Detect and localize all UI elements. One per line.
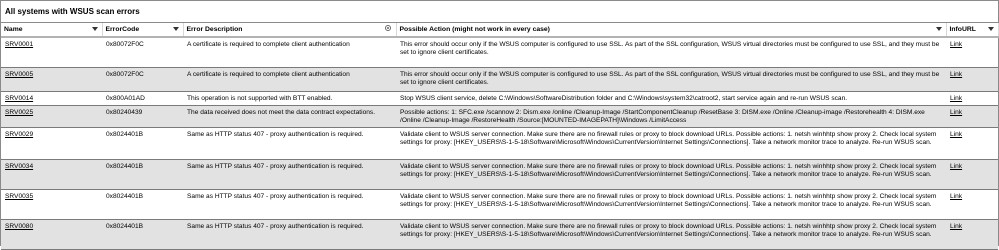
possible-action-cell: This error should occur only if the WSUS… <box>396 37 946 68</box>
info-url-link[interactable]: Link <box>950 109 962 116</box>
error-code-cell: 0x8024401B <box>102 159 183 190</box>
column-header-label: Error Description <box>186 26 243 33</box>
info-url-link[interactable]: Link <box>950 95 962 102</box>
possible-action-cell: Stop WSUS client service, delete C:\Wind… <box>396 91 946 106</box>
info-url-link[interactable]: Link <box>950 223 962 230</box>
error-code-cell: 0x8024401B <box>102 189 183 220</box>
error-description-cell: Same as HTTP status 407 - proxy authenti… <box>183 219 396 250</box>
wsus-report: All systems with WSUS scan errors Name E… <box>0 0 999 250</box>
system-name-link[interactable]: SRV0005 <box>5 71 33 78</box>
info-url-link[interactable]: Link <box>950 41 962 48</box>
info-url-link[interactable]: Link <box>950 193 962 200</box>
report-title: All systems with WSUS scan errors <box>1 1 998 23</box>
table-row: SRV0035 0x8024401B Same as HTTP status 4… <box>1 189 998 220</box>
error-description-cell: This operation is not supported with BTT… <box>183 91 396 106</box>
possible-action-cell: Validate client to WSUS server connectio… <box>396 219 946 250</box>
error-code-cell: 0x80072F0C <box>102 37 183 68</box>
error-code-cell: 0x800A01AD <box>102 91 183 106</box>
column-header-error-description[interactable]: Error Description <box>183 23 397 38</box>
possible-action-cell: Validate client to WSUS server connectio… <box>396 159 946 190</box>
error-code-cell: 0x8024401B <box>102 127 183 160</box>
column-header-name[interactable]: Name <box>1 23 103 38</box>
system-name-link[interactable]: SRV0014 <box>5 95 33 102</box>
possible-action-cell: This error should occur only if the WSUS… <box>396 67 946 92</box>
table-row: SRV0001 0x80072F0C A certificate is requ… <box>1 37 998 68</box>
error-description-cell: Same as HTTP status 407 - proxy authenti… <box>183 159 396 190</box>
table-row: SRV0080 0x8024401B Same as HTTP status 4… <box>1 219 998 250</box>
possible-action-cell: Validate client to WSUS server connectio… <box>396 189 946 220</box>
possible-action-cell: Possible actions: 1: SFC.exe /scannow 2:… <box>396 105 946 128</box>
column-header-label: Possible Action (might not work in every… <box>399 26 550 33</box>
error-code-cell: 0x80072F0C <box>102 67 183 92</box>
column-header-infourl[interactable]: InfoURL <box>946 23 999 38</box>
sort-arrow-icon[interactable] <box>987 27 994 31</box>
system-name-link[interactable]: SRV0035 <box>5 193 33 200</box>
table-row: SRV0034 0x8024401B Same as HTTP status 4… <box>1 159 998 190</box>
possible-action-cell: Validate client to WSUS server connectio… <box>396 127 946 160</box>
error-description-cell: A certificate is required to complete cl… <box>183 37 396 68</box>
column-header-label: Name <box>4 26 23 33</box>
error-description-cell: Same as HTTP status 407 - proxy authenti… <box>183 127 396 160</box>
system-name-link[interactable]: SRV0080 <box>5 223 33 230</box>
sort-arrow-icon[interactable] <box>172 27 179 31</box>
column-header-label: ErrorCode <box>105 26 140 33</box>
table-row: SRV0014 0x800A01AD This operation is not… <box>1 91 998 106</box>
system-name-link[interactable]: SRV0029 <box>5 131 33 138</box>
system-name-link[interactable]: SRV0034 <box>5 163 33 170</box>
system-name-link[interactable]: SRV0025 <box>5 109 33 116</box>
table-row: SRV0025 0x80240439 The data received doe… <box>1 105 998 128</box>
column-header-label: InfoURL <box>949 26 976 33</box>
error-code-cell: 0x8024401B <box>102 219 183 250</box>
info-url-link[interactable]: Link <box>950 131 962 138</box>
error-code-cell: 0x80240439 <box>102 105 183 128</box>
table-header-row: Name ErrorCode Error Description Possibl… <box>1 23 999 38</box>
table-row: SRV0005 0x80072F0C A certificate is requ… <box>1 67 998 92</box>
table-row: SRV0029 0x8024401B Same as HTTP status 4… <box>1 127 998 160</box>
error-description-cell: The data received does not meet the data… <box>183 105 396 128</box>
sort-arrow-icon[interactable] <box>935 27 942 31</box>
error-description-cell: A certificate is required to complete cl… <box>183 67 396 92</box>
filter-icon[interactable] <box>384 25 391 31</box>
column-header-possible-action[interactable]: Possible Action (might not work in every… <box>396 23 947 38</box>
sort-arrow-icon[interactable] <box>91 27 98 31</box>
info-url-link[interactable]: Link <box>950 71 962 78</box>
column-header-errorcode[interactable]: ErrorCode <box>102 23 184 38</box>
error-description-cell: Same as HTTP status 407 - proxy authenti… <box>183 189 396 220</box>
scan-errors-table: Name ErrorCode Error Description Possibl… <box>1 23 999 250</box>
system-name-link[interactable]: SRV0001 <box>5 41 33 48</box>
info-url-link[interactable]: Link <box>950 163 962 170</box>
